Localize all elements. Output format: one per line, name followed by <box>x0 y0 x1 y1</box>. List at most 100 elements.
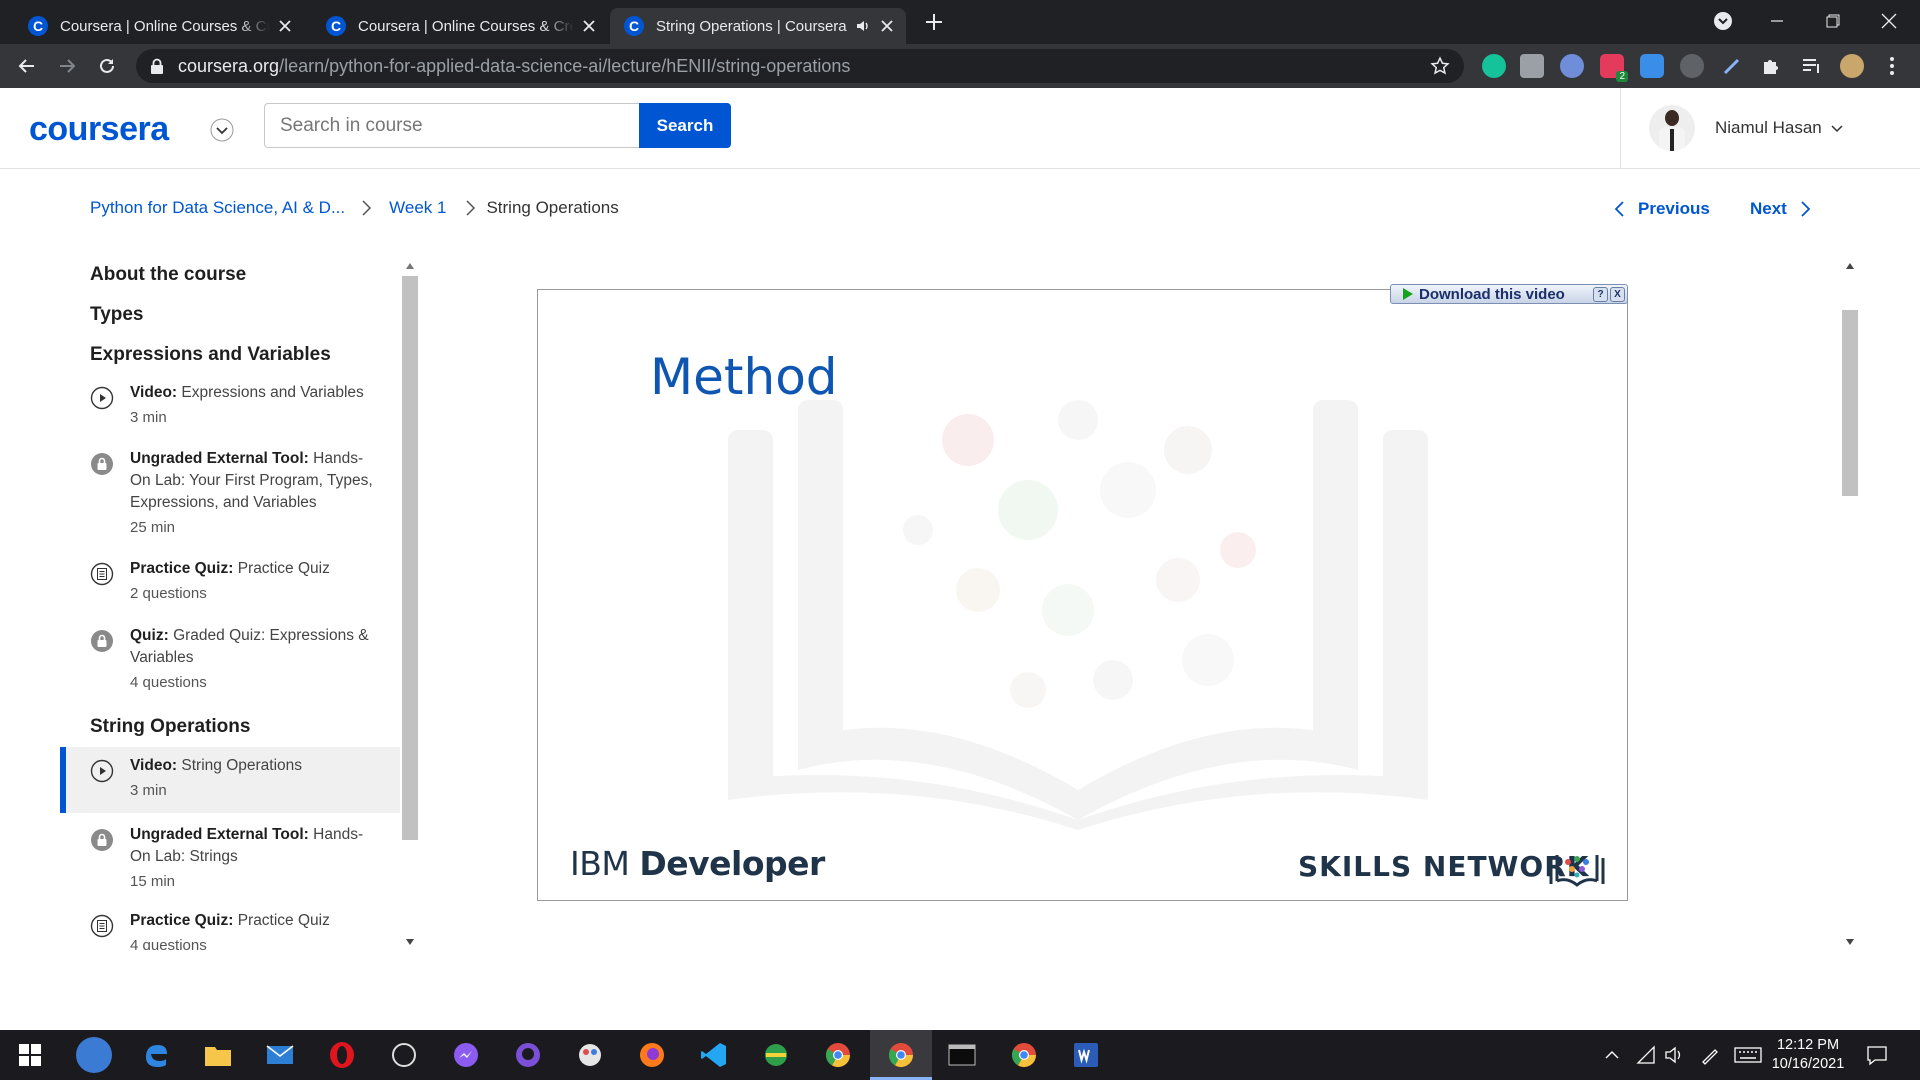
chrome-icon[interactable] <box>820 1037 856 1073</box>
lock-icon <box>91 453 113 475</box>
extension-icon[interactable] <box>1680 54 1704 78</box>
browser-tab-active[interactable]: C String Operations | Coursera <box>610 8 906 44</box>
list-item[interactable]: Ungraded External Tool: Hands-On Lab: St… <box>60 824 400 906</box>
network-icon[interactable] <box>1636 1045 1656 1065</box>
close-tab-icon[interactable] <box>878 17 896 35</box>
browser-menu-icon[interactable] <box>1880 54 1904 78</box>
coursera-favicon-icon: C <box>28 16 48 36</box>
section-string-operations[interactable]: String Operations <box>90 716 250 738</box>
taskbar-app-icon[interactable] <box>76 1037 112 1073</box>
scroll-down-arrow-icon[interactable] <box>1845 938 1855 946</box>
taskbar-app-icon[interactable] <box>386 1037 422 1073</box>
section-expressions-variables[interactable]: Expressions and Variables <box>90 344 331 366</box>
vscode-icon[interactable] <box>696 1037 732 1073</box>
file-explorer-icon[interactable] <box>200 1037 236 1073</box>
section-about-course[interactable]: About the course <box>90 264 246 286</box>
chrome-active-icon[interactable] <box>883 1037 919 1073</box>
grammarly-extension-icon[interactable] <box>1482 54 1506 78</box>
next-button[interactable]: Next <box>1750 199 1813 219</box>
play-icon <box>90 386 114 410</box>
windows-start-icon[interactable] <box>12 1037 48 1073</box>
taskbar-app-icon[interactable] <box>758 1037 794 1073</box>
close-tab-icon[interactable] <box>580 17 598 35</box>
list-item[interactable]: Video: Expressions and Variables 3 min <box>60 382 400 442</box>
chrome-profile-icon[interactable] <box>1006 1037 1042 1073</box>
new-tab-icon[interactable] <box>922 10 946 34</box>
speaker-icon[interactable] <box>854 17 872 35</box>
terminal-icon[interactable] <box>944 1037 980 1073</box>
breadcrumb-week-link[interactable]: Week 1 <box>389 198 446 218</box>
mail-icon[interactable] <box>262 1037 298 1073</box>
close-window-icon[interactable] <box>1874 6 1904 36</box>
notifications-icon[interactable] <box>1866 1044 1888 1066</box>
firefox-icon[interactable] <box>634 1037 670 1073</box>
restore-icon[interactable] <box>1818 6 1848 36</box>
download-extension-icon[interactable] <box>1640 54 1664 78</box>
extension-icon[interactable]: 2 <box>1600 54 1628 82</box>
github-icon[interactable] <box>510 1037 546 1073</box>
close-tab-icon[interactable] <box>276 17 294 35</box>
lock-icon[interactable] <box>150 58 164 74</box>
minimize-icon[interactable] <box>1762 6 1792 36</box>
breadcrumb-current: String Operations <box>486 198 619 217</box>
pen-extension-icon[interactable] <box>1720 54 1744 78</box>
list-item[interactable]: Practice Quiz: Practice Quiz 2 questions <box>60 558 400 618</box>
download-video-button[interactable]: Download this video ? X <box>1390 284 1628 304</box>
browser-tab[interactable]: C Coursera | Online Courses & Credential… <box>14 8 304 44</box>
word-icon[interactable] <box>1068 1037 1104 1073</box>
coursera-favicon-icon: C <box>624 16 644 36</box>
bookmark-star-icon[interactable] <box>1430 56 1450 76</box>
reload-icon[interactable] <box>94 53 120 79</box>
scroll-up-arrow-icon[interactable] <box>405 262 415 270</box>
extension-icon[interactable] <box>1560 54 1584 78</box>
help-icon[interactable]: ? <box>1593 286 1608 302</box>
media-queue-icon[interactable] <box>1800 54 1824 78</box>
search-input[interactable] <box>264 103 640 148</box>
browser-tab[interactable]: C Coursera | Online Courses & Credential… <box>312 8 608 44</box>
url-path: /learn/python-for-applied-data-science-a… <box>279 55 851 76</box>
clock-date: 10/16/2021 <box>1771 1056 1845 1072</box>
coursera-logo[interactable]: coursera <box>29 110 169 149</box>
user-menu[interactable]: Niamul Hasan <box>1620 88 1844 168</box>
chevron-right-icon <box>362 200 372 216</box>
item-title: Practice Quiz <box>237 912 330 929</box>
close-icon[interactable]: X <box>1610 286 1625 302</box>
list-item[interactable]: Practice Quiz: Practice Quiz 4 questions <box>60 910 400 950</box>
video-player[interactable]: Method IBM Developer SKILLS NETWORK <box>537 289 1628 901</box>
scroll-down-arrow-icon[interactable] <box>405 938 415 946</box>
search-button[interactable]: Search <box>639 103 731 148</box>
list-item[interactable]: Quiz: Graded Quiz: Expressions & Variabl… <box>60 625 400 707</box>
previous-button[interactable]: Previous <box>1612 199 1710 219</box>
extension-badge: 2 <box>1616 71 1628 82</box>
breadcrumb-course-link[interactable]: Python for Data Science, AI & D... <box>90 198 345 218</box>
chevron-down-icon[interactable] <box>210 118 234 142</box>
address-bar[interactable]: coursera.org/learn/python-for-applied-da… <box>136 49 1464 83</box>
taskbar-app-icon[interactable] <box>572 1037 608 1073</box>
back-icon[interactable] <box>14 53 40 79</box>
item-type: Practice Quiz: <box>130 912 234 929</box>
tab-search-icon[interactable] <box>1708 6 1738 36</box>
system-clock[interactable]: 12:12 PM 10/16/2021 <box>1768 1036 1848 1074</box>
skills-network-book-icon <box>1549 855 1605 887</box>
camera-extension-icon[interactable] <box>1520 54 1544 78</box>
profile-avatar-icon[interactable] <box>1840 54 1864 78</box>
section-types[interactable]: Types <box>90 304 144 326</box>
quiz-icon <box>90 914 114 938</box>
pen-workspace-icon[interactable] <box>1700 1045 1720 1065</box>
main-scrollbar-thumb[interactable] <box>1842 310 1858 496</box>
previous-label: Previous <box>1638 199 1710 218</box>
tray-chevron-up-icon[interactable] <box>1604 1047 1620 1063</box>
list-item-active[interactable]: Video: String Operations 3 min <box>60 747 400 813</box>
item-meta: 2 questions <box>130 585 207 602</box>
scroll-up-arrow-icon[interactable] <box>1845 262 1855 270</box>
forward-icon[interactable] <box>54 53 80 79</box>
list-item[interactable]: Ungraded External Tool: Hands-On Lab: Yo… <box>60 448 400 552</box>
sidebar-scrollbar-thumb[interactable] <box>402 276 418 840</box>
extensions-puzzle-icon[interactable] <box>1760 54 1784 78</box>
keyboard-icon[interactable] <box>1734 1047 1762 1063</box>
volume-icon[interactable] <box>1664 1045 1684 1065</box>
opera-icon[interactable] <box>324 1037 360 1073</box>
edge-icon[interactable] <box>138 1037 174 1073</box>
messenger-icon[interactable] <box>448 1037 484 1073</box>
coursera-favicon-icon: C <box>326 16 346 36</box>
